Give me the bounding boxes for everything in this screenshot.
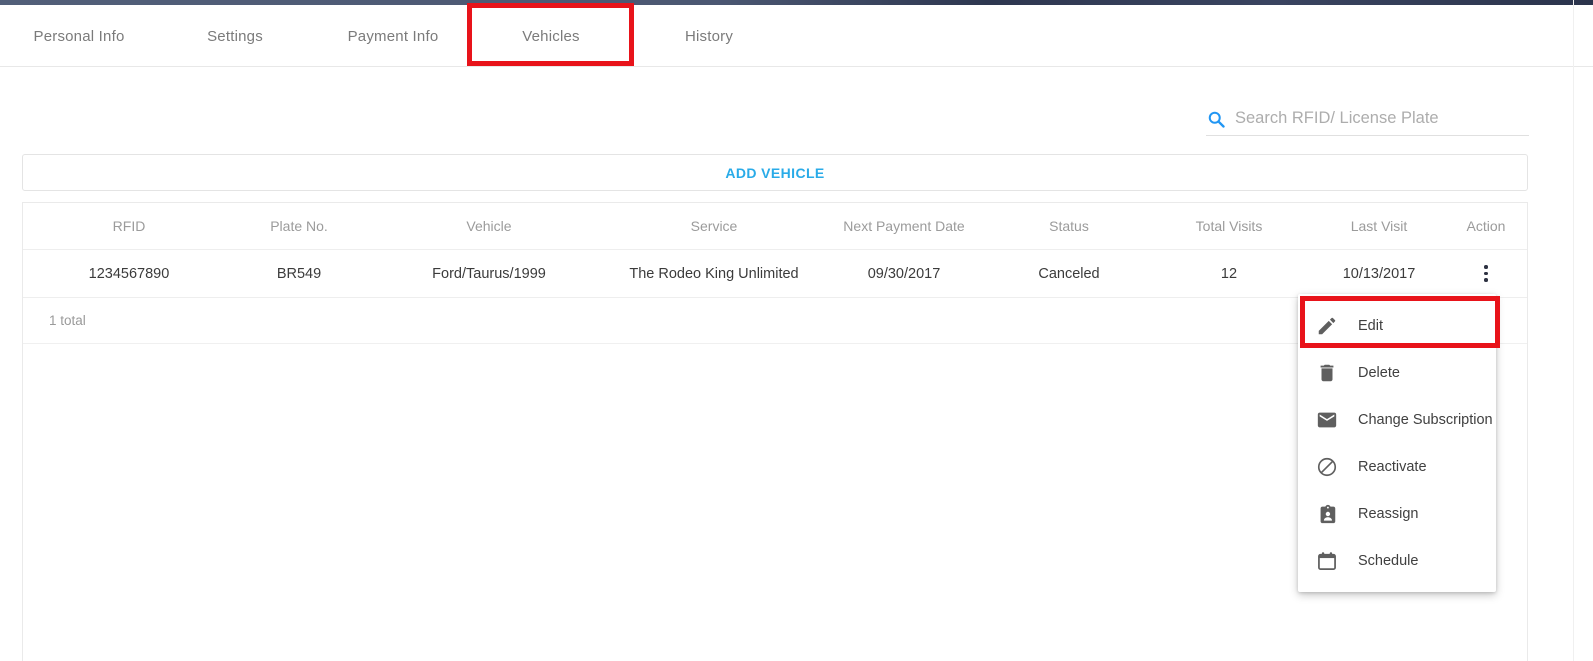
pencil-icon xyxy=(1318,317,1336,334)
kebab-dot xyxy=(1484,265,1488,269)
search-icon xyxy=(1208,111,1225,128)
menu-item-change-subscription[interactable]: Change Subscription xyxy=(1298,396,1496,443)
cell-plate-no: BR549 xyxy=(276,265,322,282)
cell-total-visits: 12 xyxy=(1220,265,1238,282)
tab-bar: Personal Info Settings Payment Info Vehi… xyxy=(0,5,1593,67)
tab-label: History xyxy=(684,27,734,45)
total-count-label: 1 total xyxy=(49,313,86,328)
column-header-vehicle: Vehicle xyxy=(466,218,512,234)
row-actions-menu: Edit Delete Change Subscription Reactiva… xyxy=(1298,294,1496,592)
cell-last-visit: 10/13/2017 xyxy=(1342,265,1416,282)
tab-settings[interactable]: Settings xyxy=(170,5,300,67)
envelope-icon xyxy=(1317,412,1337,427)
vehicles-page: Personal Info Settings Payment Info Vehi… xyxy=(0,0,1593,661)
menu-item-label: Reassign xyxy=(1358,505,1419,522)
menu-item-schedule[interactable]: Schedule xyxy=(1298,537,1496,584)
column-header-next-payment-date: Next Payment Date xyxy=(843,218,965,234)
column-header-service: Service xyxy=(690,218,738,234)
calendar-icon xyxy=(1318,551,1336,570)
column-header-rfid: RFID xyxy=(112,218,146,234)
cell-vehicle: Ford/Taurus/1999 xyxy=(432,265,546,282)
tab-personal-info[interactable]: Personal Info xyxy=(8,5,150,67)
tab-vehicles[interactable]: Vehicles xyxy=(482,5,620,67)
block-icon xyxy=(1317,457,1337,476)
table-header-row: RFID Plate No. Vehicle Service Next Paym… xyxy=(23,203,1527,250)
page-right-rail xyxy=(1573,0,1574,661)
menu-item-edit[interactable]: Edit xyxy=(1298,302,1496,349)
menu-item-label: Reactivate xyxy=(1358,458,1427,475)
menu-item-label: Change Subscription xyxy=(1358,411,1493,428)
menu-item-reactivate[interactable]: Reactivate xyxy=(1298,443,1496,490)
tab-label: Payment Info xyxy=(347,27,439,45)
trash-icon xyxy=(1320,364,1334,381)
cell-service: The Rodeo King Unlimited xyxy=(629,265,799,282)
tab-payment-info[interactable]: Payment Info xyxy=(318,5,468,67)
tab-label: Vehicles xyxy=(522,27,580,45)
column-header-status: Status xyxy=(1049,218,1089,234)
menu-item-label: Edit xyxy=(1358,317,1383,334)
menu-item-label: Schedule xyxy=(1358,552,1419,569)
kebab-dot xyxy=(1484,271,1488,276)
menu-item-label: Delete xyxy=(1358,364,1400,381)
table-row[interactable]: 1234567890 BR549 Ford/Taurus/1999 The Ro… xyxy=(23,250,1527,298)
search-input[interactable] xyxy=(1235,109,1525,128)
tab-history[interactable]: History xyxy=(648,5,770,67)
column-header-action: Action xyxy=(1466,218,1506,234)
cell-rfid: 1234567890 xyxy=(88,265,170,282)
column-header-last-visit: Last Visit xyxy=(1350,218,1408,234)
cell-next-payment-date: 09/30/2017 xyxy=(867,265,941,282)
menu-item-delete[interactable]: Delete xyxy=(1298,349,1496,396)
badge-icon xyxy=(1320,504,1336,523)
menu-item-reassign[interactable]: Reassign xyxy=(1298,490,1496,537)
column-header-total-visits: Total Visits xyxy=(1195,218,1263,234)
cell-status: Canceled xyxy=(1038,265,1100,282)
add-vehicle-button[interactable]: ADD VEHICLE xyxy=(22,154,1528,191)
search-field[interactable] xyxy=(1206,102,1529,136)
column-header-plate-no: Plate No. xyxy=(270,218,328,234)
add-vehicle-label: ADD VEHICLE xyxy=(725,164,825,181)
tab-label: Personal Info xyxy=(33,27,125,45)
cell-action xyxy=(1443,250,1529,297)
kebab-dot xyxy=(1484,278,1488,282)
tab-label: Settings xyxy=(207,27,263,45)
kebab-menu-icon[interactable] xyxy=(1473,261,1499,287)
